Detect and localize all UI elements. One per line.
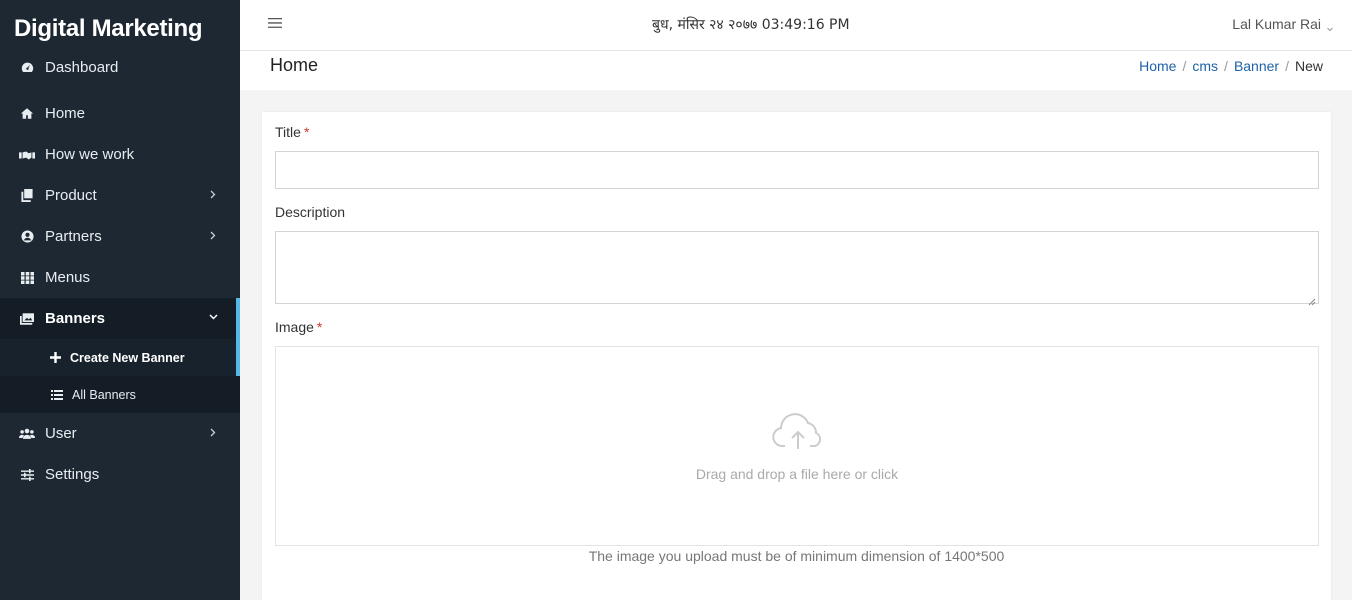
submenu-item-create-new-banner[interactable]: Create New Banner [0,339,236,376]
required-mark: * [303,124,310,140]
sidebar-item-label: Product [45,187,97,204]
required-mark: * [316,319,323,335]
breadcrumb-banner[interactable]: Banner [1234,58,1279,74]
sidebar-item-label: How we work [45,146,135,163]
brand-title: Digital Marketing [14,15,203,42]
grid-icon [19,270,35,286]
sidebar-item-partners[interactable]: Partners [0,216,240,257]
breadcrumb-home[interactable]: Home [1139,58,1176,74]
image-help-text: The image you upload must be of minimum … [588,548,1005,564]
user-menu[interactable]: Lal Kumar Rai [1232,16,1334,32]
hamburger-menu-icon[interactable] [268,16,284,32]
images-icon [19,311,35,327]
submenu-item-all-banners[interactable]: All Banners [0,376,240,413]
list-icon [50,388,64,402]
topbar: बुध, मंसिर २४ २०७७ 03:49:16 PM Lal Kumar… [240,0,1352,51]
sidebar-item-label: Menus [45,269,91,286]
cloud-upload-icon [771,413,825,453]
plus-icon [48,351,62,365]
title-input[interactable] [275,151,1319,189]
chevron-right-icon [206,187,220,201]
chevron-right-icon [206,425,220,439]
sidebar-item-label: Home [45,105,86,122]
sidebar-item-home[interactable]: Home [0,93,240,134]
user-circle-icon [19,229,35,245]
sidebar-item-dashboard[interactable]: Dashboard [0,52,240,82]
sidebar-item-label: Settings [45,466,100,483]
breadcrumb-cms[interactable]: cms [1192,58,1218,74]
user-name: Lal Kumar Rai [1232,16,1321,32]
title-label: Title * [275,124,309,140]
sidebar: Digital Marketing Dashboard Home How we … [0,0,240,600]
chevron-down-icon [1326,20,1334,32]
chevron-down-icon [206,310,220,324]
sidebar-item-label: User [45,425,77,442]
copy-icon [19,188,35,204]
submenu-item-label: All Banners [72,387,136,402]
breadcrumb-separator: / [1182,58,1187,74]
image-label: Image * [275,319,322,335]
description-label: Description [275,204,346,220]
chevron-right-icon [206,228,220,242]
dashboard-icon [19,59,35,75]
sidebar-item-label: Partners [45,228,102,245]
sidebar-item-label: Dashboard [45,58,119,76]
submenu-item-label: Create New Banner [70,350,185,365]
dropzone-text: Drag and drop a file here or click [695,466,899,482]
breadcrumb-current: New [1294,58,1323,74]
banner-form-card: Title * Description Image * Drag and drop … [262,112,1331,600]
resize-handle-icon[interactable] [1308,293,1316,306]
breadcrumb-separator: / [1285,58,1289,74]
description-textarea[interactable] [275,231,1319,306]
title-label-text: Title [275,124,301,140]
sidebar-item-product[interactable]: Product [0,175,240,216]
sliders-icon [19,467,35,483]
sidebar-item-banners[interactable]: Banners [0,298,240,339]
sidebar-item-label: Banners [45,310,106,327]
page-header: Home Home / cms / Banner / New [240,51,1352,90]
handshake-icon [19,147,35,163]
nepali-datetime: बुध, मंसिर २४ २०७७ 03:49:16 PM [652,17,850,33]
breadcrumb-separator: / [1224,58,1228,74]
users-icon [19,426,35,442]
breadcrumb: Home / cms / Banner / New [1139,58,1323,74]
image-dropzone[interactable]: Drag and drop a file here or click [275,346,1319,546]
sidebar-item-user[interactable]: User [0,413,240,454]
sidebar-item-settings[interactable]: Settings [0,454,240,495]
sidebar-item-menus[interactable]: Menus [0,257,240,298]
home-icon [19,106,35,122]
banners-submenu: Create New Banner [0,339,240,376]
sidebar-item-how-we-work[interactable]: How we work [0,134,240,175]
image-label-text: Image [275,319,314,335]
page-title: Home [270,55,319,75]
